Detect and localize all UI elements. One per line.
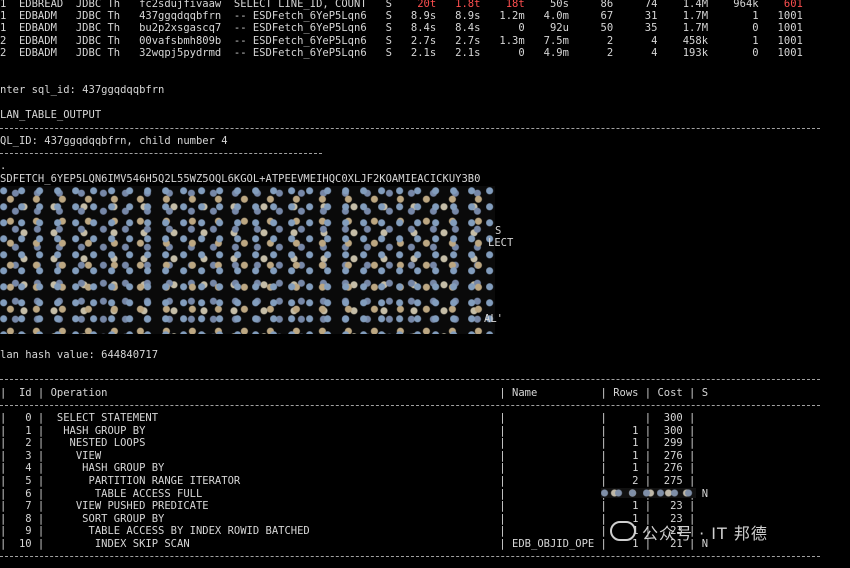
session-row: 2 EDBADM JDBC Th 00vafsbmh809b -- ESDFet… <box>0 35 803 47</box>
separator <box>0 153 322 154</box>
sql-id-prompt: nter sql_id: 437ggqdqqbfrn <box>0 84 165 96</box>
wechat-icon <box>610 521 636 541</box>
separator <box>0 556 820 557</box>
plan-row: | 0 | SELECT STATEMENT | | | 300 | <box>0 412 702 424</box>
plan-row: | 1 | HASH GROUP BY | | 1 | 300 | <box>0 424 702 437</box>
sql-fragment: S <box>495 225 502 237</box>
session-row: 1 EDBADM JDBC Th bu2p2xsgascq7 -- ESDFet… <box>0 22 803 34</box>
plan-table-header: | Id | Operation | Name | Rows | Cost | … <box>0 387 709 399</box>
separator <box>0 128 820 129</box>
watermark-text: 公众号 · IT 邦德 <box>642 524 768 543</box>
redacted-sql-text-mosaic <box>0 186 495 334</box>
session-row: 1 EDBADM JDBC Th 437ggqdqqbfrn -- ESDFet… <box>0 10 803 22</box>
redacted-object-name <box>601 488 696 498</box>
plan-row: | 2 | NESTED LOOPS | | 1 | 299 | <box>0 437 702 450</box>
separator <box>0 379 820 380</box>
session-row: 1 EDBREAD JDBC Th fc2sdujfivaaw SELECT L… <box>0 0 803 10</box>
plan-row: | 5 | PARTITION RANGE ITERATOR | | 2 | 2… <box>0 475 702 487</box>
session-row: 2 EDBADM JDBC Th 32wqpj5pydrmd -- ESDFet… <box>0 47 803 59</box>
bullet-mark: . <box>0 160 7 172</box>
plan-row: | 7 | VIEW PUSHED PREDICATE | | 1 | 23 | <box>0 500 702 513</box>
watermark: 公众号 · IT 邦德 <box>610 520 768 544</box>
plan-row: | 9 | TABLE ACCESS BY INDEX ROWID BATCHE… <box>0 525 702 538</box>
sql-fragment: LECT <box>488 237 514 249</box>
plan-row: | 8 | SORT GROUP BY | | 1 | 23 | <box>0 512 702 525</box>
plan-row: | 3 | VIEW | | 1 | 276 | <box>0 449 702 462</box>
plan-row: | 10 | INDEX SKIP SCAN | EDB_OBJID_OPE |… <box>0 538 709 550</box>
plan-table-output-heading: LAN_TABLE_OUTPUT <box>0 109 102 121</box>
sql-fragment: AL' <box>484 313 503 325</box>
esdfetch-line: SDFETCH_6YEP5LQN6IMV546H5Q2L55WZ5OQL6KGO… <box>0 173 481 185</box>
separator <box>0 405 820 406</box>
plan-row: | 4 | HASH GROUP BY | | 1 | 276 | <box>0 462 702 475</box>
plan-hash-line: lan hash value: 644840717 <box>0 349 159 361</box>
sql-id-line: QL_ID: 437ggqdqqbfrn, child number 4 <box>0 135 228 147</box>
